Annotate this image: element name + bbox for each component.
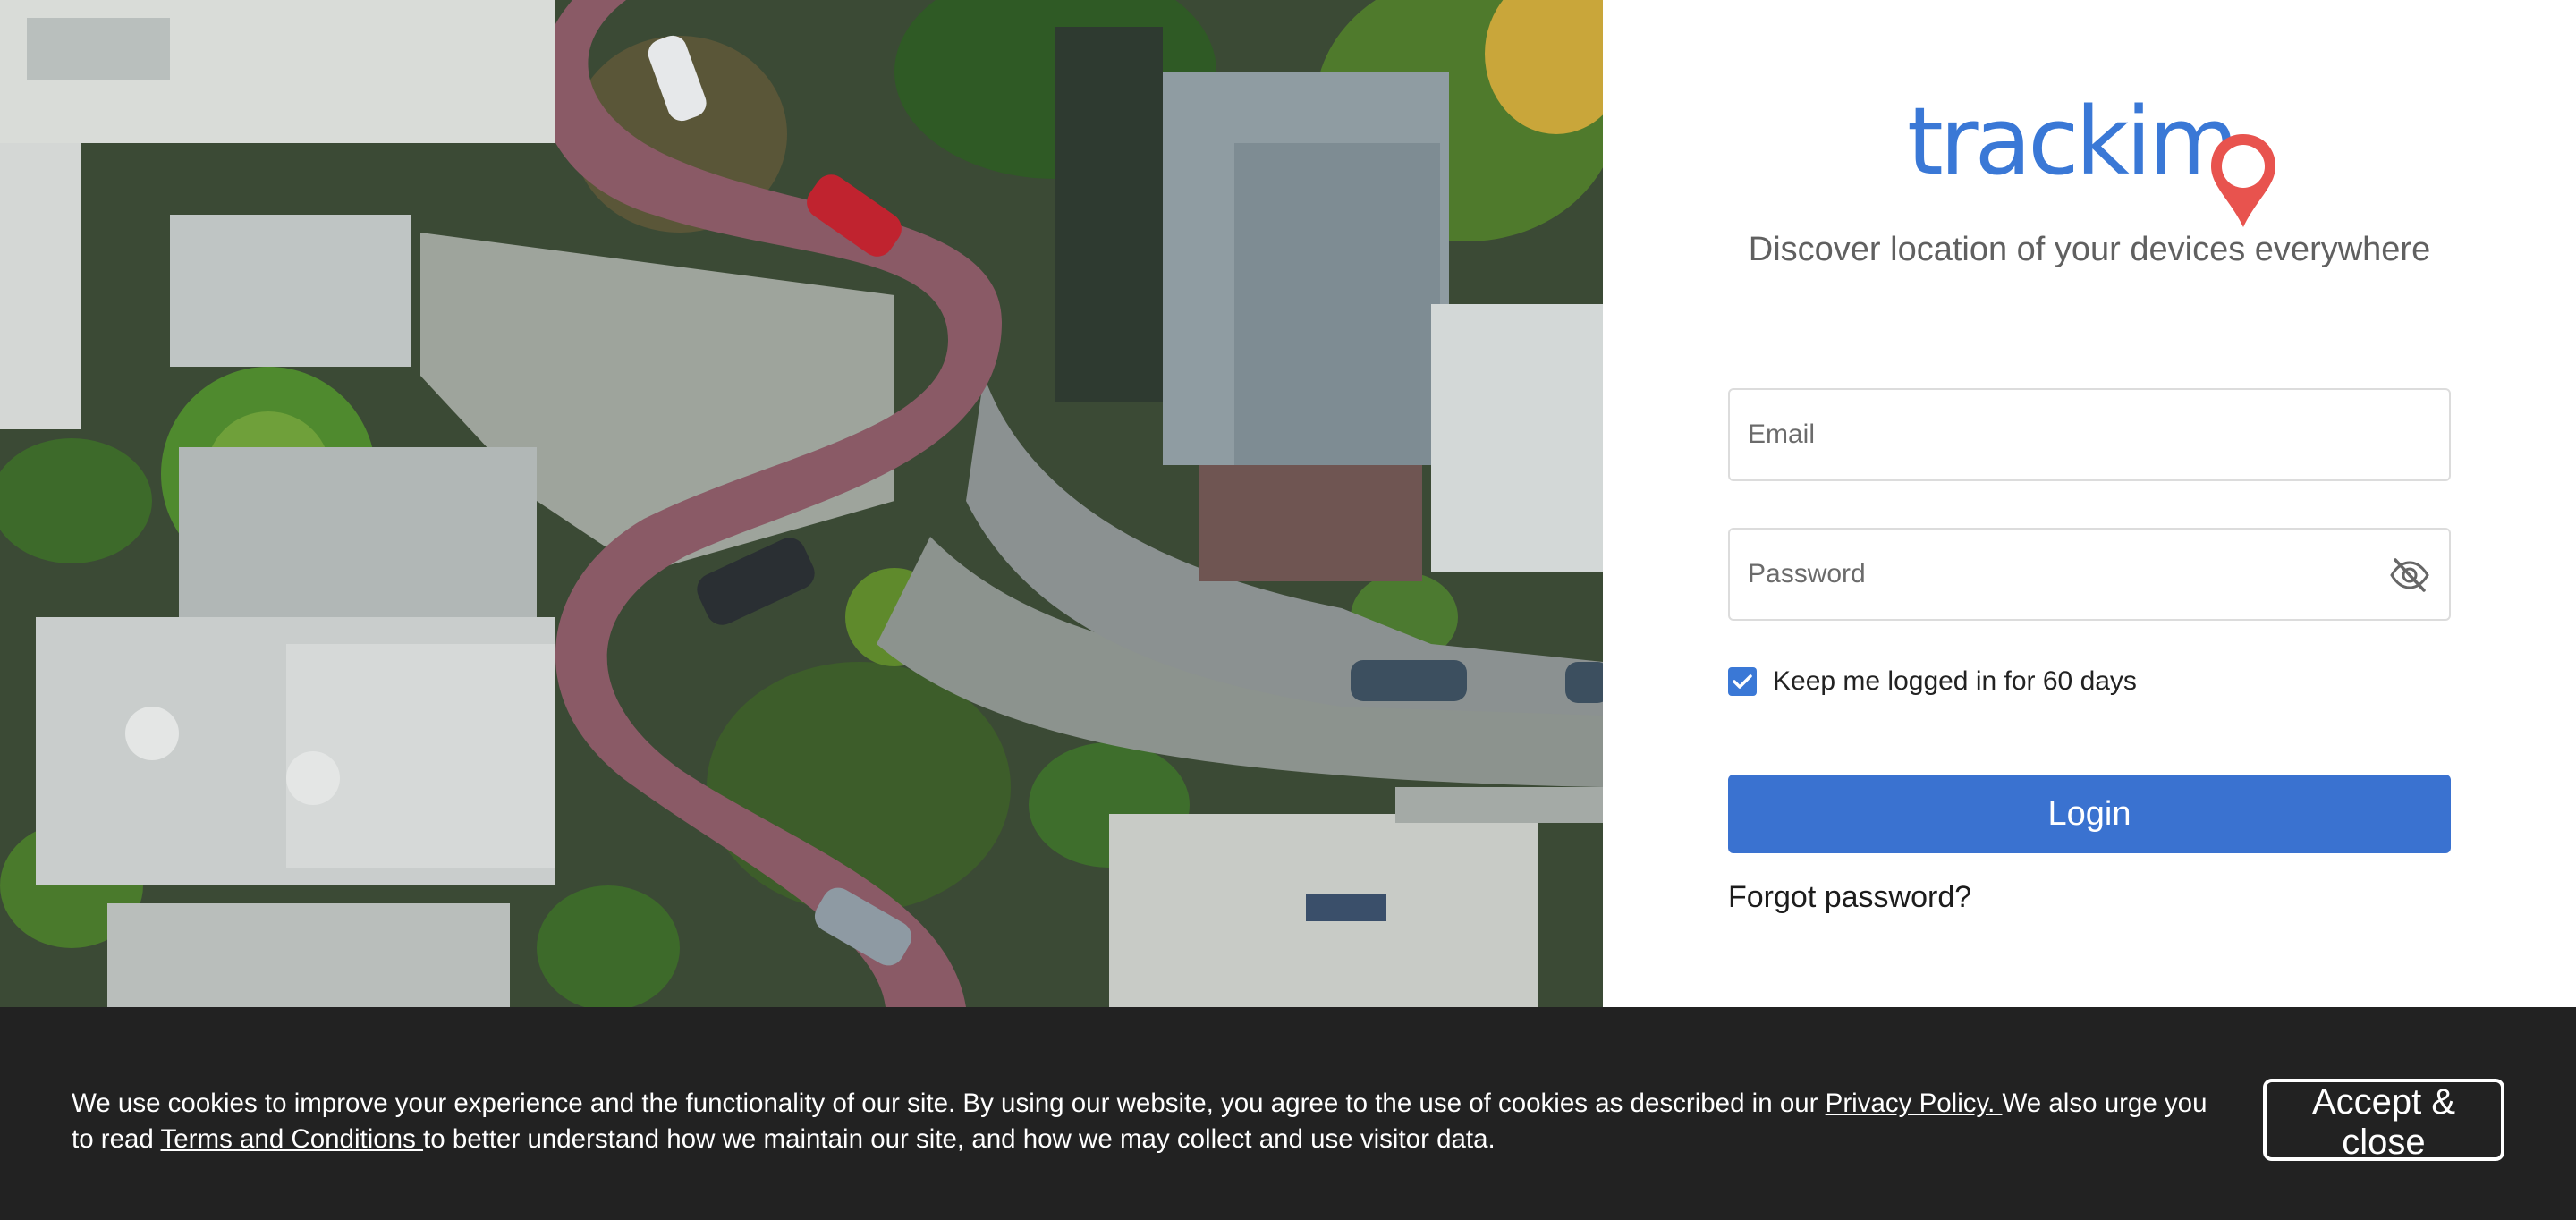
aerial-street-illustration: [0, 0, 1603, 1007]
remember-me-checkbox[interactable]: [1728, 667, 1757, 696]
logo-wordmark: trackim: [1907, 87, 2239, 196]
cookie-banner: We use cookies to improve your experienc…: [0, 1007, 2576, 1220]
trackimo-logo: trackim: [1907, 95, 2283, 227]
forgot-password-link[interactable]: Forgot password?: [1728, 880, 1971, 915]
remember-me-label: Keep me logged in for 60 days: [1773, 666, 2137, 696]
login-button[interactable]: Login: [1728, 775, 2451, 853]
email-field[interactable]: [1728, 388, 2451, 481]
tagline: Discover location of your devices everyw…: [1748, 231, 2431, 268]
terms-and-conditions-link[interactable]: Terms and Conditions: [161, 1124, 424, 1154]
eye-slash-icon[interactable]: [2388, 556, 2431, 594]
checkmark-icon: [1733, 674, 1752, 689]
accept-close-button[interactable]: Accept & close: [2263, 1079, 2504, 1162]
cookie-text-part-3: to better understand how we maintain our…: [423, 1124, 1496, 1154]
password-field[interactable]: [1728, 528, 2451, 621]
privacy-policy-link[interactable]: Privacy Policy.: [1826, 1089, 2003, 1118]
remember-me-row[interactable]: Keep me logged in for 60 days: [1728, 665, 2137, 698]
cookie-text-part-1: We use cookies to improve your experienc…: [72, 1089, 1826, 1118]
hero-aerial-image: [0, 0, 1603, 1007]
cookie-message: We use cookies to improve your experienc…: [72, 1086, 2218, 1157]
password-input[interactable]: [1730, 530, 2449, 619]
email-input[interactable]: [1730, 390, 2449, 479]
map-pin-icon: [2211, 134, 2275, 227]
